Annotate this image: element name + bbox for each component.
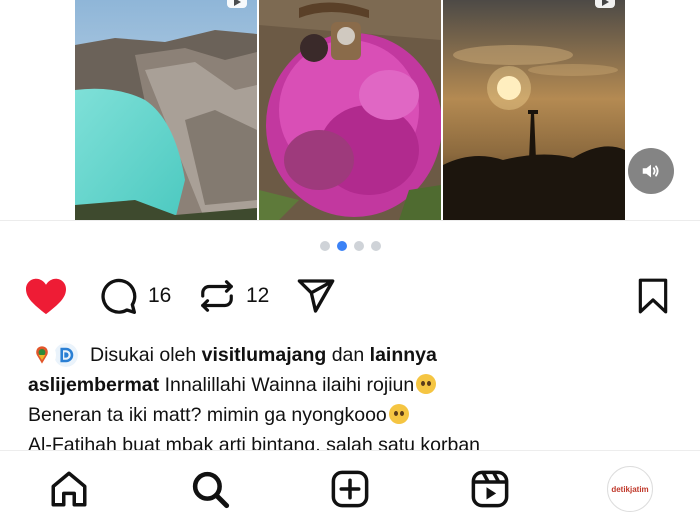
carousel-indicator [0,241,700,251]
likes-prefix: Disukai oleh [90,344,197,366]
comments-count: 16 [148,284,172,307]
save-button[interactable] [634,272,672,320]
repost-button[interactable]: 12 [198,272,269,320]
avatar [28,341,56,369]
volume-button[interactable] [628,148,674,194]
nav-create[interactable] [326,465,374,513]
liker-logo-icon [54,343,78,367]
home-icon [51,471,87,507]
visitlumajang-logo-icon [30,343,54,367]
likes-others-link[interactable]: lainnya [370,340,437,370]
post-actions: 16 12 [0,272,700,320]
media-carousel[interactable] [0,0,700,220]
like-button[interactable] [24,272,68,320]
sunset-tower-image [443,0,625,220]
create-icon [331,470,369,508]
sunset-tower-photo[interactable] [443,0,625,220]
speaker-icon [642,164,659,178]
liked-by-username[interactable]: visitlumajang [202,340,327,370]
liker-avatars [28,340,86,370]
nav-profile[interactable]: detikjatim [606,465,654,513]
nav-reels[interactable] [466,465,514,513]
reposts-count: 12 [246,284,270,307]
post-caption: Disukai oleh visitlumajang dan lainnya a… [28,340,678,452]
bottom-navigation: detikjatim [0,450,700,525]
comment-icon [101,278,137,314]
bookmark-icon [638,278,668,314]
caption-line-2: Beneran ta iki matt? mimin ga nyongkooo [28,400,678,430]
search-icon [192,471,230,509]
carousel-dot [353,241,364,251]
repost-icon [201,280,233,312]
send-icon [297,279,335,313]
caption-line-1: aslijembermat Innalillahi Wainna ilaihi … [28,370,678,400]
likes-join: dan [331,344,365,366]
caption-line-3: Al-Fatihah buat mbak arti bintang, salah… [28,430,678,452]
likes-row[interactable]: Disukai oleh visitlumajang dan lainnya [28,340,678,370]
crater-lake-photo[interactable] [75,0,257,220]
comment-button[interactable]: 16 [98,272,171,320]
media-divider [0,220,700,221]
flower-grave-image [259,0,441,220]
avatar [52,341,80,369]
profile-avatar-label: detikjatim [611,484,649,494]
reel-icon [595,0,615,8]
crater-lake-image [75,0,257,220]
nav-home[interactable] [45,465,93,513]
share-button[interactable] [296,272,336,320]
crying-face-icon [416,374,437,394]
carousel-dot [336,241,347,251]
reel-icon [227,0,247,8]
pleading-face-icon [388,404,409,424]
profile-avatar: detikjatim [607,466,653,512]
heart-icon [26,278,66,315]
caption-text-1: Innalillahi Wainna ilaihi rojiun [164,374,415,396]
flower-grave-photo[interactable] [259,0,441,220]
author-username[interactable]: aslijembermat [28,374,159,396]
nav-search[interactable] [186,465,234,513]
carousel-dot [370,241,381,251]
reels-icon [471,470,509,508]
carousel-dot [319,241,330,251]
caption-text-2: Beneran ta iki matt? mimin ga nyongkooo [28,404,387,426]
